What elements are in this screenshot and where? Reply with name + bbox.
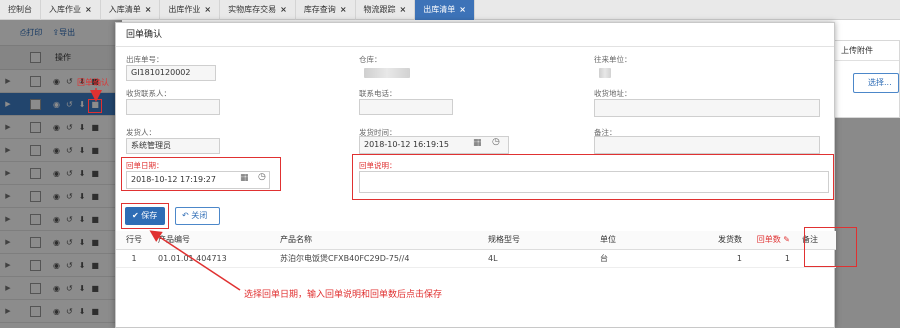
- table-row[interactable]: 1 01.01.01.404713 苏泊尔电饭煲CFXB40FC29D-75//…: [116, 249, 836, 268]
- product-code-cell: 01.01.01.404713: [152, 249, 274, 268]
- address-label: 收货地址：: [594, 89, 632, 98]
- tab-label: 出库清单: [423, 5, 456, 14]
- receipt-date-label: 回单日期：: [126, 161, 164, 170]
- close-icon[interactable]: ×: [85, 5, 92, 14]
- close-button[interactable]: ↶ 关闭: [175, 207, 220, 225]
- attachments-panel: 上传附件 选择...: [834, 40, 900, 118]
- table-header-row: 行号 产品编号 产品名称 规格型号 单位 发货数 回单数 ✎ 备注: [116, 231, 836, 250]
- contact-field[interactable]: [126, 99, 220, 115]
- right-backdrop: [834, 118, 900, 328]
- remark-field[interactable]: [594, 136, 820, 154]
- clock-icon[interactable]: ◷: [258, 172, 266, 182]
- tab-label: 实物库存交易: [228, 5, 277, 14]
- close-icon[interactable]: ×: [204, 5, 211, 14]
- tab-6[interactable]: 物流跟踪 ×: [356, 0, 416, 20]
- spec-cell: 4L: [482, 249, 594, 268]
- unit-cell: 台: [594, 249, 654, 268]
- bottom-annotation: 选择回单日期，输入回单说明和回单数后点击保存: [244, 290, 443, 300]
- col-row-no: 行号: [116, 231, 152, 250]
- col-spec: 规格型号: [482, 231, 594, 250]
- tab-bar: 控制台 入库作业 × 入库清单 × 出库作业 × 实物库存交易 × 库存查询 × 物流跟踪 × 出库清单 ×: [0, 0, 900, 20]
- tab-label: 控制台: [8, 5, 32, 14]
- warehouse-field[interactable]: [359, 65, 453, 81]
- attachments-title: 上传附件: [835, 41, 899, 61]
- shipper-field[interactable]: 系统管理员: [126, 138, 220, 154]
- tab-label: 出库作业: [168, 5, 201, 14]
- redacted-value: [364, 67, 410, 78]
- tab-7[interactable]: 出库清单 ×: [415, 0, 475, 20]
- phone-label: 联系电话：: [359, 89, 397, 98]
- save-button[interactable]: ✔ 保存: [125, 207, 165, 225]
- receipt-confirm-dialog: 回单确认 出库单号： GI1810120002 仓库： 往来单位： 收货联系人：…: [115, 22, 857, 328]
- select-file-button[interactable]: 选择...: [853, 73, 899, 93]
- shipper-label: 发货人：: [126, 128, 156, 137]
- receipt-qty-cell[interactable]: 1: [748, 249, 796, 268]
- partner-field[interactable]: [594, 65, 820, 81]
- col-qty: 发货数: [654, 231, 748, 250]
- outbound-no-field[interactable]: GI1810120002: [126, 65, 216, 81]
- close-icon[interactable]: ×: [459, 5, 466, 14]
- tab-3[interactable]: 出库作业 ×: [160, 0, 221, 20]
- check-icon: ✔: [132, 211, 142, 220]
- address-field[interactable]: [594, 99, 820, 117]
- tab-label: 物流跟踪: [363, 5, 396, 14]
- left-annotation: 回单确认: [77, 78, 109, 87]
- receipt-note-field[interactable]: [359, 171, 829, 193]
- dialog-title: 回单确认: [116, 23, 834, 47]
- close-icon[interactable]: ×: [145, 5, 152, 14]
- warehouse-label: 仓库：: [359, 55, 382, 64]
- tab-1[interactable]: 入库作业 ×: [41, 0, 101, 20]
- remark-cell: [796, 249, 836, 268]
- ship-time-field[interactable]: 2018-10-12 16:19:15: [359, 136, 509, 154]
- tab-4[interactable]: 实物库存交易 ×: [220, 0, 296, 20]
- close-icon[interactable]: ×: [340, 5, 347, 14]
- redacted-value: [599, 67, 611, 78]
- col-product-code: 产品编号: [152, 231, 274, 250]
- close-icon[interactable]: ×: [400, 5, 407, 14]
- receipt-items-table: 行号 产品编号 产品名称 规格型号 单位 发货数 回单数 ✎ 备注 1 01.0…: [116, 231, 836, 268]
- qty-cell: 1: [654, 249, 748, 268]
- col-unit: 单位: [594, 231, 654, 250]
- tab-label: 入库作业: [49, 5, 81, 14]
- clock-icon[interactable]: ◷: [492, 137, 500, 147]
- partner-label: 往来单位：: [594, 55, 632, 64]
- outbound-no-label: 出库单号：: [126, 55, 164, 64]
- calendar-icon[interactable]: ▦: [473, 138, 482, 148]
- close-icon[interactable]: ×: [280, 5, 287, 14]
- tab-label: 库存查询: [303, 5, 336, 14]
- contact-label: 收货联系人：: [126, 89, 171, 98]
- row-no-cell: 1: [116, 249, 152, 268]
- col-product-name: 产品名称: [274, 231, 482, 250]
- tab-0[interactable]: 控制台: [0, 0, 41, 20]
- tab-5[interactable]: 库存查询 ×: [296, 0, 356, 20]
- edit-icon: ✎: [783, 235, 790, 245]
- modal-backdrop: [0, 20, 122, 328]
- phone-field[interactable]: [359, 99, 453, 115]
- calendar-icon[interactable]: ▦: [240, 173, 249, 183]
- receipt-note-label: 回单说明：: [359, 161, 397, 170]
- col-remark: 备注: [796, 231, 836, 250]
- tab-label: 入库清单: [108, 5, 141, 14]
- product-name-cell: 苏泊尔电饭煲CFXB40FC29D-75//4: [274, 249, 482, 268]
- undo-icon: ↶: [182, 211, 192, 220]
- col-receipt-qty[interactable]: 回单数 ✎: [748, 231, 796, 250]
- tab-2[interactable]: 入库清单 ×: [101, 0, 161, 20]
